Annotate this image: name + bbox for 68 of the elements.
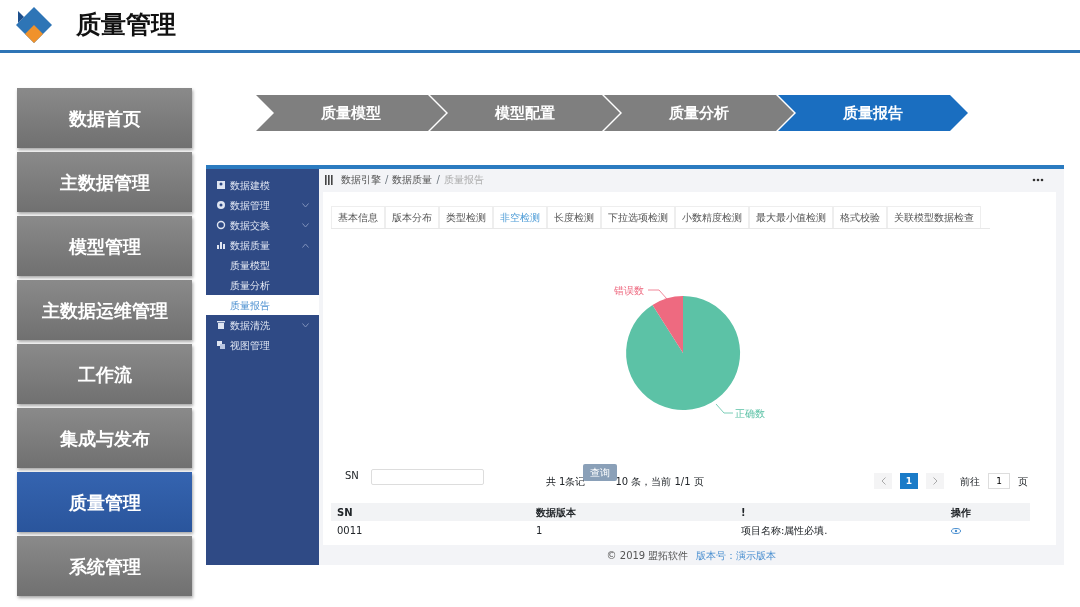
tab[interactable]: 关联模型数据检查 [887,206,981,229]
gear-icon [216,200,226,210]
table-cell-text: 0011 [336,523,364,538]
table-cell-text: 项目名称:属性必填. [741,523,829,538]
logo-icon [14,5,54,45]
column-header: SN [336,505,354,520]
nav-button[interactable]: 主数据运维管理 [17,280,192,340]
next-page-button[interactable] [926,473,944,490]
breadcrumb-separator: / [436,173,440,188]
table-cell-text: 1 [536,523,544,538]
sidebar-item[interactable]: 数据建模 [206,175,319,195]
sidebar-item[interactable]: 视图管理 [206,335,319,355]
breadcrumb-separator: / [385,173,389,188]
field-label: SN [345,469,359,484]
chart-label: 正确数 [735,408,765,420]
eye-icon[interactable] [951,527,961,534]
nav-button[interactable]: 工作流 [17,344,192,404]
sidebar-item[interactable]: 数据交换 [206,215,319,235]
chevron-left-icon [880,477,886,486]
page-unit-label: 页 [1018,474,1028,489]
sidebar-subitem[interactable]: 质量报告 [206,295,319,315]
nav-button[interactable]: 集成与发布 [17,408,192,468]
nav-button[interactable]: 模型管理 [17,216,192,276]
tab[interactable]: 小数精度检测 [675,206,749,229]
breadcrumb-link[interactable]: 数据质量 [392,172,433,188]
step-tab[interactable]: 质量模型 [256,95,446,131]
tab[interactable]: 下拉选项检测 [601,206,675,229]
slide-title: 质量管理 [76,9,176,42]
tab[interactable]: 长度检测 [547,206,601,229]
user-icon [216,180,226,190]
record-count-text: 10 条，当前 1/1 页 [615,475,704,490]
layers-icon [216,340,226,350]
tab[interactable]: 格式校验 [833,206,887,229]
page-input[interactable]: 1 [988,473,1010,490]
step-tab[interactable]: 质量报告 [778,95,968,131]
leader-line [647,290,668,300]
column-header: 操作 [951,505,972,520]
chart-icon [216,240,226,250]
tab[interactable]: 基本信息 [331,206,385,229]
sidebar-item[interactable]: 数据清洗 [206,315,319,335]
leader-line [715,404,734,414]
copyright-text: © 2019 盟拓软件 [606,548,689,563]
breadcrumb-link[interactable]: 数据引擎 [341,172,381,188]
step-tab[interactable]: 模型配置 [430,95,620,131]
tab[interactable]: 版本分布 [385,206,439,229]
search-field[interactable] [370,469,484,486]
chart-label: 错误数 [614,285,644,297]
nav-button[interactable]: 主数据管理 [17,152,192,212]
sidebar-item[interactable]: 数据质量 [206,235,319,255]
page-button[interactable]: 1 [900,473,918,490]
nav-button[interactable]: 系统管理 [17,536,192,596]
menu-icon [325,174,333,185]
sidebar-subitem[interactable]: 质量分析 [206,275,319,295]
step-tab[interactable]: 质量分析 [604,95,794,131]
sidebar-subitem[interactable]: 质量模型 [206,255,319,275]
goto-label: 前往 [960,474,980,489]
nav-button[interactable]: 质量管理 [17,472,192,532]
tab[interactable]: 类型检测 [439,206,493,229]
trash-icon [216,320,226,330]
sidebar-item[interactable]: 数据管理 [206,195,319,215]
more-icon [1032,177,1044,182]
previous-page-button[interactable] [874,473,892,490]
circle-icon [216,220,226,230]
column-header: ! [741,505,747,520]
column-header: 数据版本 [536,505,577,520]
nav-button[interactable]: 数据首页 [17,88,192,148]
tab[interactable]: 最大最小值检测 [749,206,833,229]
chevron-right-icon [932,477,938,486]
